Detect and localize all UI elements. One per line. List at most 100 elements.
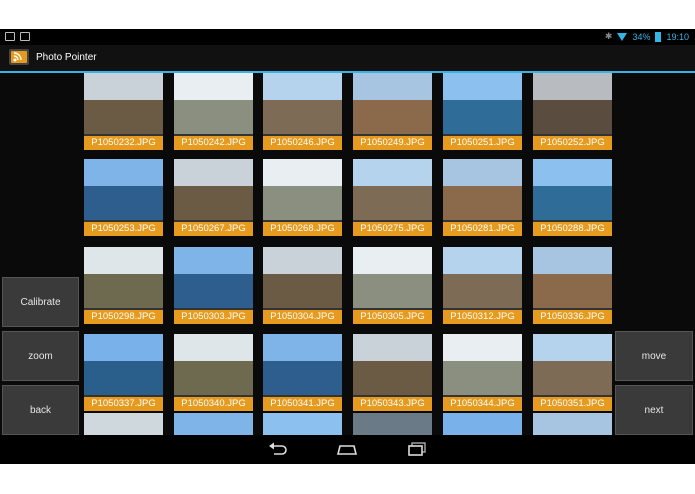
back-button[interactable]: back <box>2 385 79 435</box>
photo-image <box>263 159 342 220</box>
home-icon[interactable] <box>336 441 358 457</box>
photo-image <box>533 73 612 134</box>
photo-filename: P1050246.JPG <box>263 136 342 150</box>
photo-image <box>533 247 612 308</box>
rss-icon[interactable] <box>9 49 29 65</box>
photo-thumbnail[interactable]: P1050232.JPG <box>84 73 163 150</box>
photo-image <box>263 334 342 395</box>
wifi-icon <box>617 32 628 41</box>
photo-filename: P1050336.JPG <box>533 310 612 324</box>
photo-thumbnail[interactable]: P1050249.JPG <box>353 73 432 150</box>
next-button[interactable]: next <box>615 385 693 435</box>
photo-image <box>533 159 612 220</box>
photo-image <box>84 159 163 220</box>
photo-thumbnail[interactable] <box>443 413 522 435</box>
photo-thumbnail[interactable] <box>263 413 342 435</box>
photo-thumbnail[interactable]: P1050288.JPG <box>533 159 612 236</box>
photo-image <box>443 73 522 134</box>
photo-image <box>443 247 522 308</box>
photo-thumbnail[interactable]: P1050305.JPG <box>353 247 432 324</box>
checkbox-icon <box>20 32 30 41</box>
zoom-button[interactable]: zoom <box>2 331 79 381</box>
photo-thumbnail[interactable] <box>533 413 612 435</box>
photo-image <box>84 247 163 308</box>
photo-thumbnail[interactable] <box>353 413 432 435</box>
photo-filename: P1050305.JPG <box>353 310 432 324</box>
photo-image <box>174 334 253 395</box>
navigation-bar <box>0 435 695 464</box>
photo-filename: P1050337.JPG <box>84 397 163 411</box>
photo-grid-area: P1050232.JPG P1050242.JPG P1050246.JPG P105… <box>0 73 695 435</box>
photo-image <box>263 73 342 134</box>
photo-thumbnail[interactable]: P1050252.JPG <box>533 73 612 150</box>
photo-filename: P1050275.JPG <box>353 222 432 236</box>
photo-thumbnail[interactable]: P1050304.JPG <box>263 247 342 324</box>
photo-filename: P1050312.JPG <box>443 310 522 324</box>
clock: 19:10 <box>666 31 689 42</box>
photo-thumbnail[interactable] <box>174 413 253 435</box>
move-button[interactable]: move <box>615 331 693 381</box>
photo-image <box>263 247 342 308</box>
bluetooth-icon: ✱ <box>604 31 613 41</box>
photo-thumbnail[interactable]: P1050246.JPG <box>263 73 342 150</box>
photo-filename: P1050252.JPG <box>533 136 612 150</box>
photo-filename: P1050242.JPG <box>174 136 253 150</box>
calibrate-button[interactable]: Calibrate <box>2 277 79 327</box>
photo-image <box>353 73 432 134</box>
photo-filename: P1050281.JPG <box>443 222 522 236</box>
photo-image <box>174 73 253 134</box>
photo-filename: P1050340.JPG <box>174 397 253 411</box>
photo-filename: P1050343.JPG <box>353 397 432 411</box>
photo-filename: P1050251.JPG <box>443 136 522 150</box>
battery-icon <box>655 31 662 42</box>
camera-icon <box>5 32 15 41</box>
photo-image <box>533 334 612 395</box>
photo-image <box>353 247 432 308</box>
photo-thumbnail[interactable]: P1050275.JPG <box>353 159 432 236</box>
photo-image <box>174 247 253 308</box>
photo-thumbnail[interactable]: P1050281.JPG <box>443 159 522 236</box>
device-screen: ✱ 34% 19:10 Photo Pointer P1050232.JPG P1… <box>0 29 695 464</box>
photo-filename: P1050253.JPG <box>84 222 163 236</box>
photo-filename: P1050267.JPG <box>174 222 253 236</box>
photo-thumbnail[interactable]: P1050253.JPG <box>84 159 163 236</box>
photo-thumbnail[interactable]: P1050251.JPG <box>443 73 522 150</box>
photo-thumbnail[interactable]: P1050267.JPG <box>174 159 253 236</box>
photo-thumbnail[interactable]: P1050312.JPG <box>443 247 522 324</box>
photo-image <box>353 334 432 395</box>
photo-thumbnail[interactable]: P1050303.JPG <box>174 247 253 324</box>
photo-filename: P1050249.JPG <box>353 136 432 150</box>
app-title: Photo Pointer <box>36 52 97 63</box>
photo-filename: P1050304.JPG <box>263 310 342 324</box>
photo-thumbnail[interactable]: P1050298.JPG <box>84 247 163 324</box>
photo-thumbnail[interactable]: P1050340.JPG <box>174 334 253 411</box>
photo-thumbnail[interactable]: P1050344.JPG <box>443 334 522 411</box>
photo-thumbnail[interactable]: P1050242.JPG <box>174 73 253 150</box>
photo-image <box>443 334 522 395</box>
back-arrow-icon[interactable] <box>266 441 288 457</box>
recents-icon[interactable] <box>406 441 428 457</box>
photo-thumbnail[interactable]: P1050268.JPG <box>263 159 342 236</box>
photo-filename: P1050351.JPG <box>533 397 612 411</box>
action-bar: Photo Pointer <box>0 45 695 73</box>
status-bar: ✱ 34% 19:10 <box>0 29 695 45</box>
photo-image <box>84 73 163 134</box>
photo-filename: P1050232.JPG <box>84 136 163 150</box>
battery-percent: 34% <box>632 31 651 42</box>
photo-filename: P1050298.JPG <box>84 310 163 324</box>
photo-thumbnail[interactable]: P1050337.JPG <box>84 334 163 411</box>
photo-image <box>174 159 253 220</box>
photo-thumbnail[interactable]: P1050336.JPG <box>533 247 612 324</box>
photo-filename: P1050303.JPG <box>174 310 253 324</box>
photo-image <box>84 334 163 395</box>
photo-filename: P1050268.JPG <box>263 222 342 236</box>
photo-thumbnail[interactable] <box>84 413 163 435</box>
photo-filename: P1050344.JPG <box>443 397 522 411</box>
photo-thumbnail[interactable]: P1050343.JPG <box>353 334 432 411</box>
photo-thumbnail[interactable]: P1050351.JPG <box>533 334 612 411</box>
photo-filename: P1050288.JPG <box>533 222 612 236</box>
photo-thumbnail[interactable]: P1050341.JPG <box>263 334 342 411</box>
photo-filename: P1050341.JPG <box>263 397 342 411</box>
photo-image <box>353 159 432 220</box>
photo-image <box>443 159 522 220</box>
